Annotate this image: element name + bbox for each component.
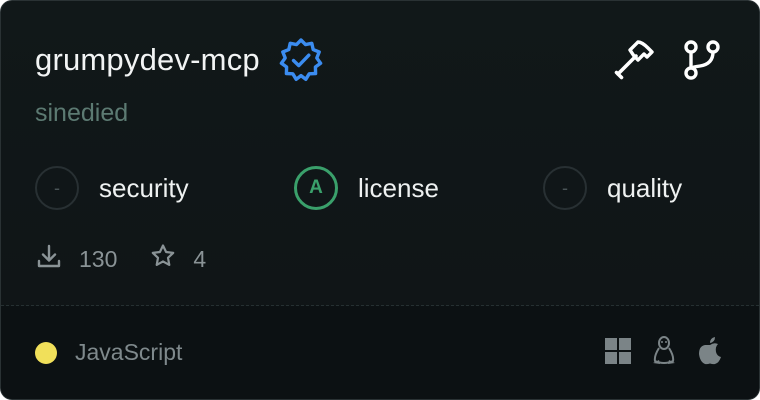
verified-badge-icon	[278, 37, 324, 83]
platform-list	[603, 336, 725, 366]
hammer-icon[interactable]	[611, 37, 657, 83]
star-icon[interactable]	[149, 242, 177, 276]
server-name[interactable]: grumpydev-mcp	[35, 42, 260, 78]
windows-icon	[603, 336, 633, 366]
card-header: grumpydev-mcp	[35, 37, 324, 83]
author-link[interactable]: sinedied	[35, 99, 128, 128]
security-score[interactable]: - security	[35, 163, 189, 213]
language-name: JavaScript	[75, 339, 183, 365]
quality-label: quality	[607, 172, 683, 203]
download-icon	[35, 242, 63, 276]
license-label: license	[358, 172, 439, 203]
language-tag: JavaScript	[35, 339, 182, 366]
card-actions	[611, 37, 725, 83]
quality-grade: -	[543, 166, 587, 210]
score-row: - security A license - quality	[35, 163, 735, 213]
downloads-stat: 130	[35, 242, 117, 276]
quality-score[interactable]: - quality	[543, 163, 682, 213]
stats-row: 130 4	[35, 241, 206, 277]
security-label: security	[99, 172, 189, 203]
stars-stat: 4	[149, 242, 206, 276]
server-card[interactable]: grumpydev-mcp sinedied - security A lice…	[0, 0, 760, 400]
language-color-dot	[35, 341, 57, 364]
git-branch-icon[interactable]	[679, 37, 725, 83]
card-footer: JavaScript	[1, 306, 759, 399]
linux-icon	[649, 336, 679, 366]
license-score[interactable]: A license	[294, 163, 439, 213]
downloads-count: 130	[79, 245, 118, 272]
security-grade: -	[35, 166, 79, 210]
stars-count: 4	[193, 245, 207, 272]
license-grade: A	[294, 166, 338, 210]
apple-icon	[695, 336, 725, 366]
